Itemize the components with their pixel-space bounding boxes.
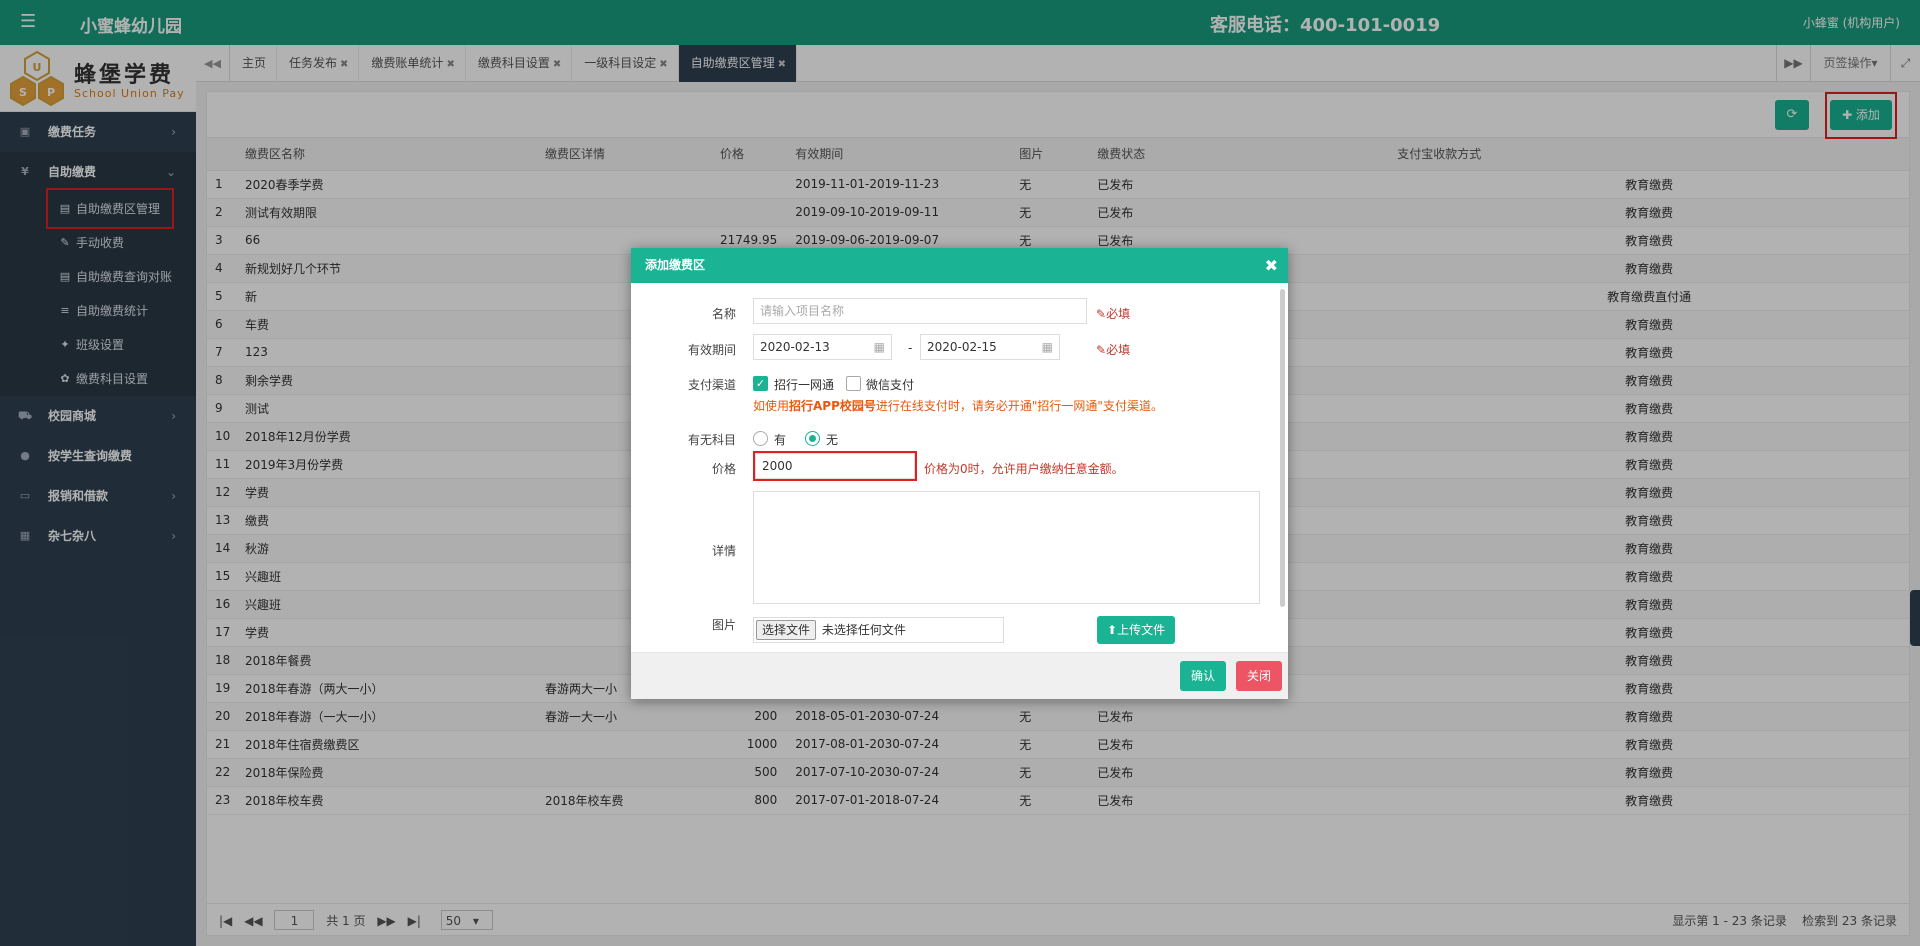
pencil-icon: ✎ — [1096, 307, 1107, 321]
period-required: ✎必填 — [1096, 343, 1131, 357]
price-label: 价格 — [711, 462, 736, 476]
subject-yes-label[interactable]: 有 — [774, 431, 786, 448]
dialog-header: 添加缴费区 ✖ — [631, 248, 1288, 283]
channel-label: 支付渠道 — [687, 378, 736, 392]
end-date-input[interactable]: 2020-02-15 ▦ — [920, 334, 1060, 360]
calendar-icon: ▦ — [873, 340, 885, 354]
choose-file-button[interactable]: 选择文件 — [756, 620, 817, 640]
zhaohang-checkbox[interactable]: ✓ — [753, 376, 768, 391]
name-required: ✎必填 — [1096, 307, 1131, 321]
close-icon[interactable]: ✖ — [1265, 248, 1278, 283]
subject-yes-radio[interactable] — [753, 431, 768, 446]
period-label: 有效期间 — [687, 343, 736, 357]
file-picker: 选择文件 未选择任何文件 — [753, 617, 1004, 643]
dialog-body: 名称 请输入项目名称 ✎必填 有效期间 2020-02-13 ▦ - 2020-0… — [631, 283, 1288, 652]
calendar-icon: ▦ — [1041, 340, 1053, 354]
no-file-text: 未选择任何文件 — [821, 623, 906, 637]
cancel-button[interactable]: 关闭 — [1236, 661, 1282, 691]
name-label: 名称 — [711, 307, 736, 321]
name-input[interactable]: 请输入项目名称 — [753, 298, 1087, 324]
confirm-button[interactable]: 确认 — [1180, 661, 1226, 691]
price-hint: 价格为0时，允许用户缴纳任意金额。 — [924, 462, 1124, 476]
wechat-option-label[interactable]: 微信支付 — [866, 376, 914, 393]
price-input[interactable]: 2000 — [755, 453, 915, 479]
end-date-value: 2020-02-15 — [927, 340, 997, 354]
start-date-input[interactable]: 2020-02-13 ▦ — [753, 334, 892, 360]
date-separator: - — [908, 341, 913, 355]
upload-file-button[interactable]: ⬆上传文件 — [1097, 616, 1176, 644]
add-payment-area-dialog: 添加缴费区 ✖ 名称 请输入项目名称 ✎必填 有效期间 2020-02-13 ▦ … — [631, 248, 1288, 699]
image-label: 图片 — [711, 618, 736, 632]
detail-textarea[interactable] — [753, 491, 1260, 604]
channel-warning: 如使用招行APP校园号进行在线支付时，请务必开通"招行一网通"支付渠道。 — [753, 399, 1163, 413]
dialog-scrollbar[interactable] — [1280, 289, 1285, 607]
subject-no-label[interactable]: 无 — [826, 431, 838, 448]
wechat-checkbox[interactable] — [846, 376, 861, 391]
subject-label: 有无科目 — [687, 433, 736, 447]
dialog-title: 添加缴费区 — [645, 258, 706, 272]
dialog-footer: 确认 关闭 — [631, 652, 1288, 699]
detail-label: 详情 — [711, 544, 736, 558]
start-date-value: 2020-02-13 — [760, 340, 830, 354]
subject-no-radio[interactable] — [805, 431, 820, 446]
upload-icon: ⬆ — [1107, 623, 1118, 637]
zhaohang-option-label[interactable]: 招行一网通 — [774, 376, 834, 393]
pencil-icon: ✎ — [1096, 343, 1107, 357]
